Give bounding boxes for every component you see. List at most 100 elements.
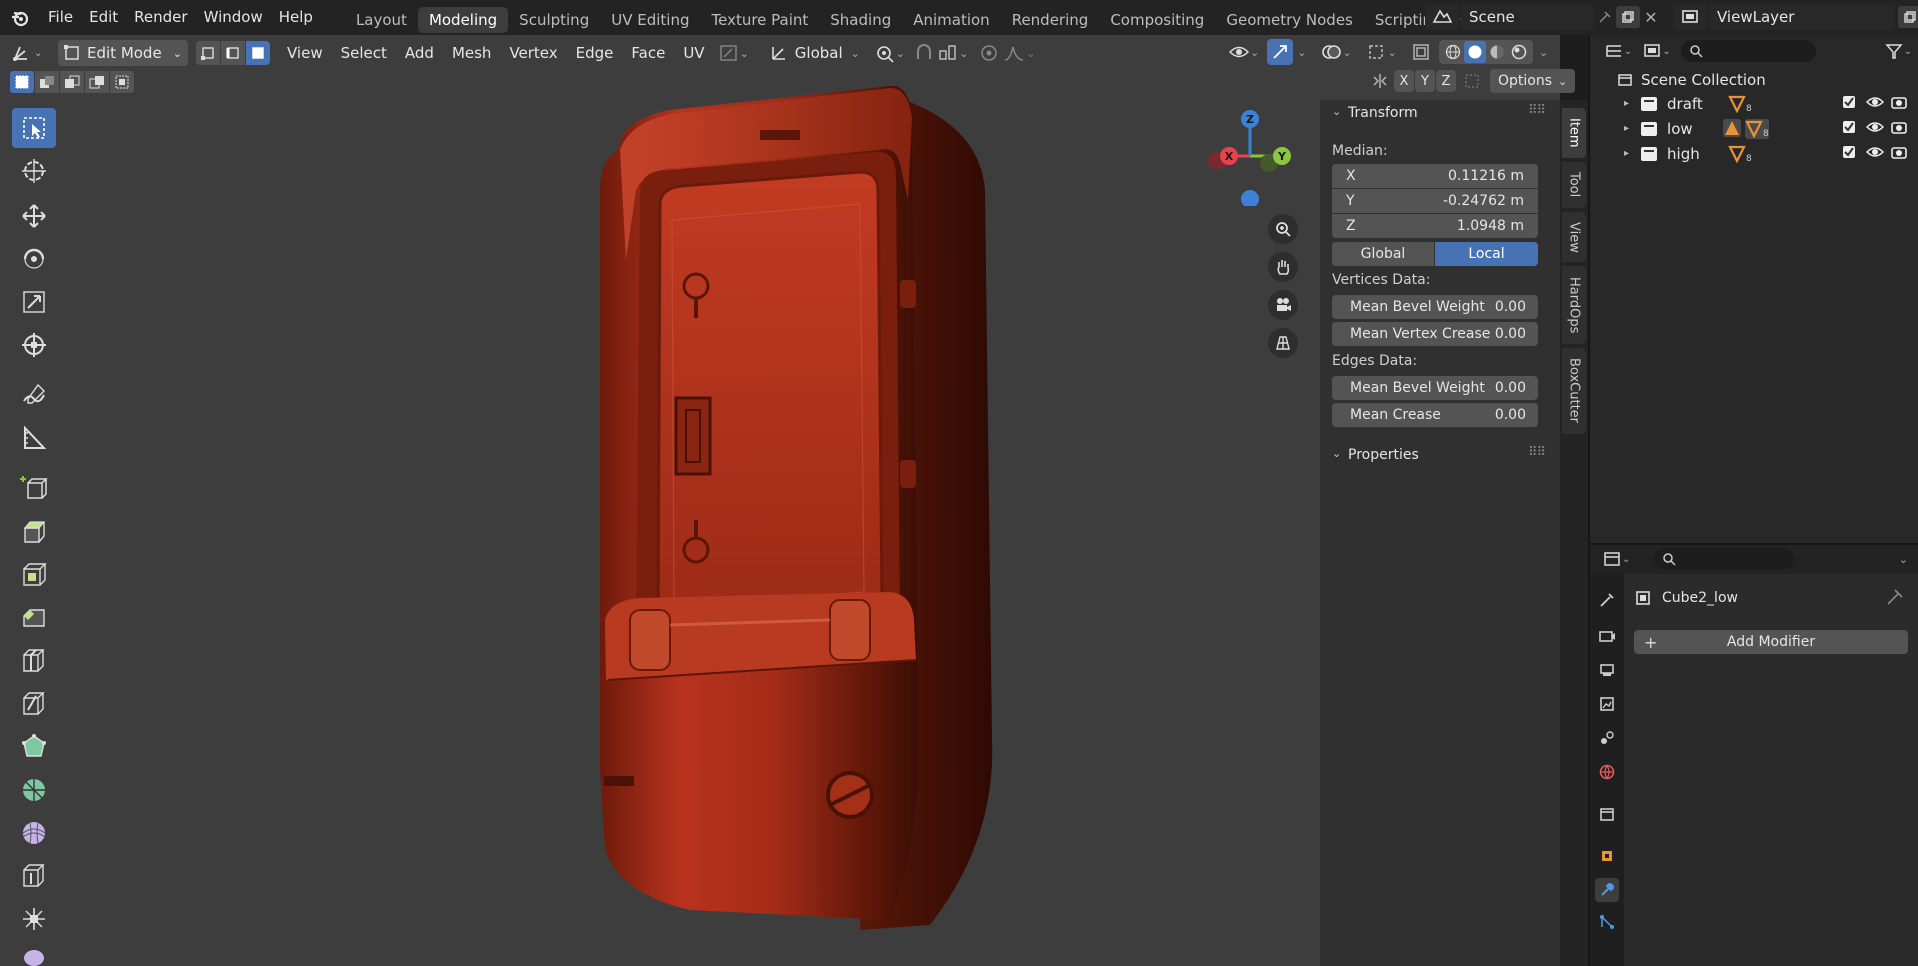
outliner-editor-type-icon[interactable]: ⌄ [1604,42,1632,60]
tab-animation[interactable]: Animation [902,7,1000,33]
world-tab-icon[interactable] [1595,760,1619,784]
knife-tool-icon[interactable] [12,684,56,724]
menu-view[interactable]: View [278,39,332,67]
particles-tab-icon[interactable] [1595,910,1619,934]
new-view-layer-icon[interactable] [1898,6,1918,28]
display-mode-icon[interactable]: ⌄ [1642,42,1671,60]
tab-sculpting[interactable]: Sculpting [508,7,600,33]
render-tab-icon[interactable] [1595,624,1619,648]
menu-file[interactable]: File [40,0,81,35]
menu-face[interactable]: Face [622,39,674,67]
shrink-fatten-tool-icon[interactable] [12,899,56,939]
menu-vertex[interactable]: Vertex [500,39,566,67]
tab-hardops[interactable]: HardOps [1562,266,1586,344]
tab-layout[interactable]: Layout [345,7,418,33]
shear-tool-icon[interactable] [12,942,56,966]
pin-icon[interactable] [1886,588,1904,610]
perspective-grid-icon[interactable] [1268,328,1298,358]
collection-row-high[interactable]: ▸ high 8 [1590,141,1918,166]
mirror-x-button[interactable]: X [1394,70,1414,92]
select-box-tool-icon[interactable] [12,108,56,148]
drag-handle-icon[interactable]: ⠿⠿ [1528,103,1546,118]
tab-compositing[interactable]: Compositing [1099,7,1215,33]
tab-rendering[interactable]: Rendering [1001,7,1100,33]
collection-row-draft[interactable]: ▸ draft 8 [1590,91,1918,116]
scene-selector[interactable]: Scene ✕ [1425,3,1662,31]
local-button[interactable]: Local [1435,242,1538,266]
drag-handle-icon[interactable]: ⠿⠿ [1528,445,1546,460]
topology-mirror-icon[interactable] [1460,72,1484,90]
collection-tab-icon[interactable] [1595,802,1619,826]
pin-icon[interactable] [1594,10,1616,24]
material-shading-icon[interactable] [1486,44,1508,60]
transform-tool-icon[interactable] [12,325,56,365]
tab-texture-paint[interactable]: Texture Paint [700,7,819,33]
select-subtract-icon[interactable] [60,71,84,93]
object-tab-icon[interactable] [1595,844,1619,868]
menu-select[interactable]: Select [332,39,396,67]
solid-shading-icon[interactable] [1463,41,1486,63]
eye-icon[interactable] [1865,144,1885,164]
inset-tool-icon[interactable] [12,555,56,595]
view-layer-tab-icon[interactable] [1595,692,1619,716]
properties-header[interactable]: ⌄ Properties ⠿⠿ [1328,445,1554,469]
measure-tool-icon[interactable] [12,418,56,458]
tab-shading[interactable]: Shading [819,7,902,33]
rendered-shading-icon[interactable] [1508,44,1530,60]
menu-mesh[interactable]: Mesh [443,39,501,67]
mirror-y-button[interactable]: Y [1415,70,1435,92]
global-button[interactable]: Global [1332,242,1434,266]
tab-geometry-nodes[interactable]: Geometry Nodes [1215,7,1364,33]
vertex-select-icon[interactable] [196,41,220,65]
scene-name-field[interactable]: Scene [1461,4,1594,30]
view-layer-name-field[interactable]: ViewLayer [1709,4,1895,30]
falloff-icon[interactable]: ⌄ [1002,43,1036,63]
options-dropdown[interactable]: Options ⌄ [1490,69,1576,93]
eye-icon[interactable] [1865,94,1885,114]
outliner-search-input[interactable] [1680,40,1816,62]
poly-build-tool-icon[interactable] [12,727,56,767]
select-extend-icon[interactable] [35,71,59,93]
rotate-tool-icon[interactable] [12,239,56,279]
xray-icon[interactable] [1409,43,1433,61]
bevel-tool-icon[interactable] [12,598,56,638]
mesh-overlay-icon[interactable]: ⌄ [1366,42,1397,62]
expand-arrow-icon[interactable]: ▸ [1624,98,1629,109]
delete-scene-icon[interactable]: ✕ [1640,8,1662,27]
median-y-field[interactable]: Y -0.24762 m [1332,189,1538,213]
filter-icon[interactable]: ⌄ [1884,42,1912,60]
properties-editor-type-icon[interactable]: ⌄ [1602,550,1630,568]
checkbox-icon[interactable] [1842,120,1856,138]
spin-tool-icon[interactable] [12,770,56,810]
transform-orientation-selector[interactable]: Global ⌄ [769,43,860,63]
mesh-object[interactable] [560,80,1020,930]
tab-item[interactable]: Item [1562,108,1586,158]
navigation-gizmo[interactable]: Z X Y [1205,106,1295,206]
gizmo-toggle-icon[interactable] [1267,39,1294,65]
cursor-tool-icon[interactable] [12,151,56,191]
mean-crease-field[interactable]: Mean Crease 0.00 [1332,403,1538,427]
smooth-tool-icon[interactable] [12,813,56,853]
add-cube-tool-icon[interactable] [12,468,56,508]
snap-icon[interactable] [913,43,935,63]
pivot-point-icon[interactable]: ⌄ [874,43,905,63]
tab-boxcutter[interactable]: BoxCutter [1562,348,1586,434]
edge-mean-bevel-weight-field[interactable]: Mean Bevel Weight 0.00 [1332,376,1538,400]
edge-select-icon[interactable] [221,41,245,65]
mode-selector[interactable]: Edit Mode ⌄ [58,40,188,66]
output-tab-icon[interactable] [1595,658,1619,682]
editor-type-icon[interactable]: ⌄ [12,43,52,63]
mirror-icon[interactable] [1368,72,1392,90]
transform-header[interactable]: ⌄ Transform ⠿⠿ [1328,103,1554,127]
view-layer-selector[interactable]: ViewLayer ✕ [1673,3,1918,31]
eye-icon[interactable] [1865,119,1885,139]
median-x-field[interactable]: X 0.11216 m [1332,164,1538,188]
menu-edit[interactable]: Edit [81,0,126,35]
median-z-field[interactable]: Z 1.0948 m [1332,214,1538,238]
face-select-icon[interactable] [246,41,270,65]
camera-view-icon[interactable] [1268,290,1298,320]
collection-row-low[interactable]: ▸ low 8 [1590,116,1918,141]
blender-logo-icon[interactable] [0,8,40,28]
overlays-icon[interactable]: ⌄ [1320,42,1352,62]
menu-help[interactable]: Help [271,0,321,35]
